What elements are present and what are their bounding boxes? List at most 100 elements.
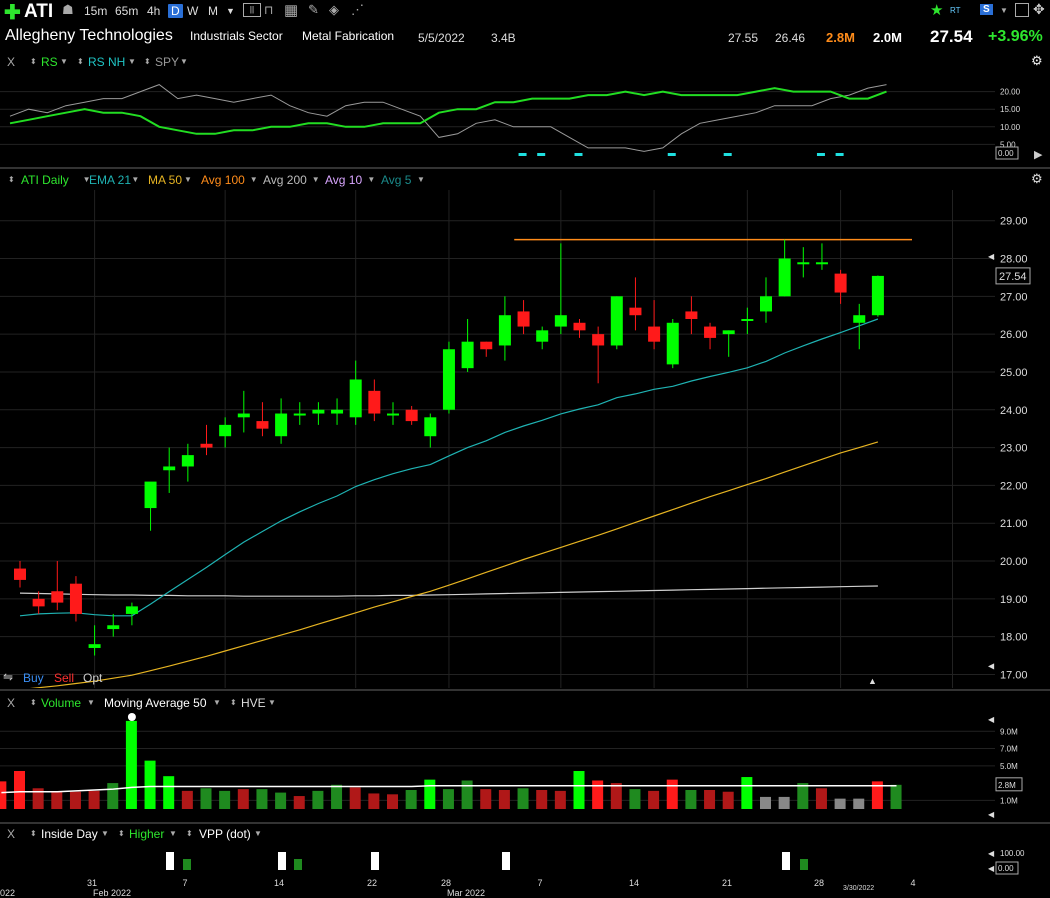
rt-label[interactable]: RT — [950, 6, 961, 15]
volume-move-icon[interactable]: ⬍ — [30, 698, 37, 707]
interval-m[interactable]: M — [208, 4, 218, 18]
panel-icon[interactable] — [1015, 3, 1029, 17]
price-settings-icon[interactable]: ⚙ — [1031, 171, 1043, 187]
settings-icon[interactable]: ⚙ — [1031, 53, 1043, 69]
rs-item-rs-nh[interactable]: RS NH — [88, 55, 125, 69]
x-tick-label: 28 — [814, 878, 824, 888]
volume-bar — [760, 796, 771, 809]
day-low: 26.46 — [775, 31, 806, 45]
rs-nh-mark — [835, 153, 844, 156]
rs-nh-dropdown-icon[interactable]: ▼ — [128, 57, 136, 66]
vpp-move-icon[interactable]: ⬍ — [186, 829, 193, 838]
inside-cursor-arrow-icon: ◀ — [988, 849, 995, 858]
hve-move-icon[interactable]: ⬍ — [230, 698, 237, 707]
volume-ma-dropdown-icon[interactable]: ▼ — [213, 698, 221, 707]
price-item-dropdown-icon[interactable]: ▼ — [367, 175, 375, 184]
interval-15m[interactable]: 15m — [84, 4, 107, 18]
inside-day-item[interactable]: Inside Day — [41, 827, 98, 841]
rs-pane-close-button[interactable]: X — [7, 55, 15, 69]
buy-button[interactable]: Buy — [23, 671, 44, 685]
interval-d[interactable]: D — [168, 4, 183, 18]
volume-readout-label: 2.8M — [998, 781, 1016, 790]
price-cursor-arrow-icon: ◀ — [988, 661, 995, 670]
price-item-0[interactable]: ATI Daily — [21, 173, 69, 187]
share-icon[interactable]: ⋰ — [351, 2, 364, 18]
inside-pane-close-button[interactable]: X — [7, 827, 15, 841]
volume-chart[interactable]: 9.0M 7.0M 5.0M 1.0M ◀ 2.8M ◀ — [0, 712, 1050, 822]
price-item-2[interactable]: MA 50 — [148, 173, 182, 187]
calculator-icon[interactable]: ▦ — [284, 1, 298, 19]
rs-nh-move-icon[interactable]: ⬍ — [77, 57, 84, 66]
inside-move-icon[interactable]: ⬍ — [30, 829, 37, 838]
vpp-dropdown-icon[interactable]: ▼ — [254, 829, 262, 838]
volume-pane-close-button[interactable]: X — [7, 696, 15, 710]
sell-button[interactable]: Sell — [54, 671, 74, 685]
rs-item-spy[interactable]: SPY — [155, 55, 179, 69]
draw-pencil-icon[interactable]: ✎ — [308, 2, 319, 18]
quote-date: 5/5/2022 — [418, 31, 465, 45]
higher-dropdown-icon[interactable]: ▼ — [169, 829, 177, 838]
price-item-6[interactable]: Avg 5 — [381, 173, 411, 187]
candle-body — [442, 349, 455, 410]
rs-chart[interactable]: 20.0015.0010.005.000.00 ▶ — [0, 72, 1050, 167]
volume-dropdown-icon[interactable]: ▼ — [87, 698, 95, 707]
price-item-3[interactable]: Avg 100 — [201, 173, 245, 187]
inside-day-chart[interactable]: 100.00 0.00◀ ◀ — [0, 843, 1050, 878]
volume-bar — [554, 790, 566, 809]
volume-item[interactable]: Volume — [41, 696, 81, 710]
inside-day-mark — [371, 852, 379, 870]
hve-dropdown-icon[interactable]: ▼ — [268, 698, 276, 707]
higher-item[interactable]: Higher — [129, 827, 164, 841]
move-icon[interactable]: ✥ — [1033, 1, 1045, 18]
add-symbol-icon[interactable]: ✚ — [4, 0, 21, 25]
rs-item-rs[interactable]: RS — [41, 55, 58, 69]
interval-65m[interactable]: 65m — [115, 4, 138, 18]
price-item-dropdown-icon[interactable]: ▼ — [417, 175, 425, 184]
price-y-tick-label: 26.00 — [1000, 329, 1028, 341]
x-axis[interactable]: 31 7 14 22 28 7 14 21 28 4 Feb 2022 Mar 2022 022 3/30… — [0, 878, 1050, 898]
interval-4h[interactable]: 4h — [147, 4, 160, 18]
symbol-label[interactable]: ATI — [24, 1, 53, 23]
favorite-star-icon[interactable]: ★ — [930, 1, 943, 19]
options-button[interactable]: Opt — [83, 671, 102, 685]
price-item-dropdown-icon[interactable]: ▼ — [184, 175, 192, 184]
alert-icon[interactable]: ☗ — [62, 2, 74, 18]
rs-scroll-icon: ▶ — [1034, 149, 1043, 161]
price-item-4[interactable]: Avg 200 — [263, 173, 307, 187]
inside-dropdown-icon[interactable]: ▼ — [101, 829, 109, 838]
candle-body — [200, 443, 213, 448]
x-tick-label: 7 — [182, 878, 187, 888]
price-item-dropdown-icon[interactable]: ▼ — [312, 175, 320, 184]
layers-icon[interactable]: ◈ — [329, 2, 339, 18]
divider[interactable] — [0, 167, 1050, 169]
avg-volume-value: 2.0M — [873, 30, 902, 45]
price-chart[interactable]: 17.00 18.00 19.00 20.00 21.00 22.00 23.00 24.00… — [0, 190, 1050, 688]
candle-body — [815, 262, 828, 265]
bar-type-icon[interactable]: ⊓ — [264, 3, 273, 17]
vpp-item[interactable]: VPP (dot) — [199, 827, 251, 841]
spy-dropdown-icon[interactable]: ▼ — [180, 57, 188, 66]
rs-move-icon[interactable]: ⬍ — [30, 57, 37, 66]
interval-w[interactable]: W — [187, 4, 198, 18]
x-month-label: Mar 2022 — [447, 888, 485, 898]
dropdown-icon[interactable]: ▼ — [1000, 6, 1008, 15]
chart-type-icon[interactable]: || — [243, 3, 261, 17]
price-move-icon[interactable]: ⬍ — [8, 175, 15, 184]
industry-label[interactable]: Metal Fabrication — [302, 29, 394, 43]
divider[interactable] — [0, 689, 1050, 691]
price-item-1[interactable]: EMA 21 — [89, 173, 131, 187]
trade-icon[interactable]: ⇋ — [3, 670, 13, 684]
hve-item[interactable]: HVE — [241, 696, 266, 710]
price-item-dropdown-icon[interactable]: ▼ — [250, 175, 258, 184]
collapse-arrow-icon[interactable]: ▲ — [868, 676, 877, 686]
rs-dropdown-icon[interactable]: ▼ — [60, 57, 68, 66]
spy-move-icon[interactable]: ⬍ — [144, 57, 151, 66]
price-item-dropdown-icon[interactable]: ▼ — [131, 175, 139, 184]
s-badge[interactable]: S — [980, 4, 993, 15]
sector-label[interactable]: Industrials Sector — [190, 29, 283, 43]
volume-ma-item[interactable]: Moving Average 50 — [104, 696, 207, 710]
price-item-5[interactable]: Avg 10 — [325, 173, 362, 187]
higher-move-icon[interactable]: ⬍ — [118, 829, 125, 838]
volume-bar — [0, 781, 7, 809]
interval-dropdown-icon[interactable]: ▼ — [226, 6, 235, 16]
